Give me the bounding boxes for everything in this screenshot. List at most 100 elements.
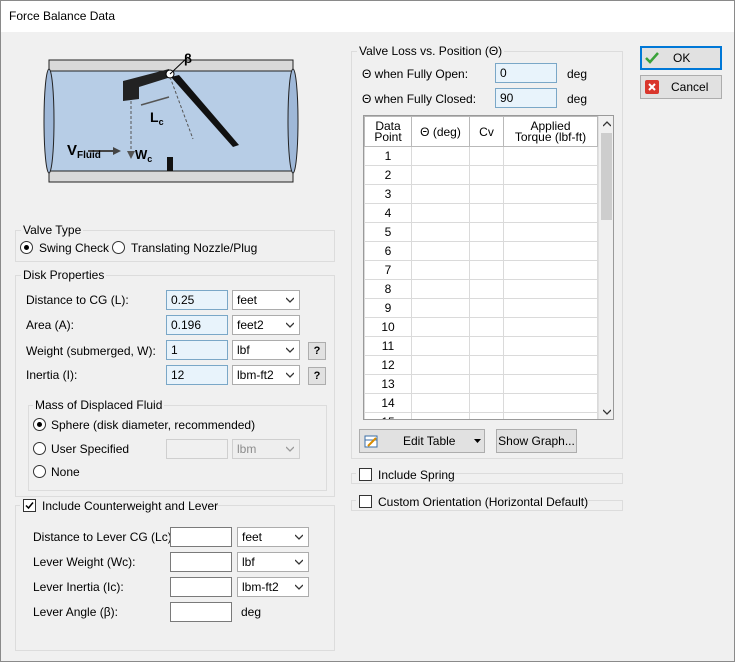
lever-angle-input[interactable]	[170, 602, 232, 622]
lever-inertia-input[interactable]	[170, 577, 232, 597]
torque-cell[interactable]	[503, 393, 598, 413]
cv-cell[interactable]	[469, 298, 504, 318]
theta-cell[interactable]	[411, 203, 470, 223]
distance-cg-input[interactable]: 0.25	[166, 290, 228, 310]
scrollbar-thumb[interactable]	[601, 133, 612, 220]
edit-table-button[interactable]: Edit Table	[359, 429, 485, 453]
radio-translating-nozzle[interactable]	[112, 241, 125, 254]
table-row[interactable]: 4	[364, 203, 598, 223]
radio-sphere[interactable]	[33, 418, 46, 431]
cv-cell[interactable]	[469, 317, 504, 337]
distance-cg-unit-select[interactable]: feet	[232, 290, 300, 310]
theta-cell[interactable]	[411, 279, 470, 299]
cv-cell[interactable]	[469, 203, 504, 223]
theta-cell[interactable]	[411, 184, 470, 204]
user-specified-unit-select[interactable]: lbm	[232, 439, 300, 459]
torque-cell[interactable]	[503, 222, 598, 242]
cancel-button[interactable]: Cancel	[640, 75, 722, 99]
cv-cell[interactable]	[469, 184, 504, 204]
lever-distance-input[interactable]	[170, 527, 232, 547]
theta-cell[interactable]	[411, 165, 470, 185]
torque-cell[interactable]	[503, 298, 598, 318]
include-spring-label: Include Spring	[378, 468, 455, 482]
torque-cell[interactable]	[503, 241, 598, 261]
table-row[interactable]: 11	[364, 336, 598, 356]
torque-cell[interactable]	[503, 203, 598, 223]
ok-button[interactable]: OK	[640, 46, 722, 70]
theta-cell[interactable]	[411, 241, 470, 261]
lever-weight-input[interactable]	[170, 552, 232, 572]
radio-swing-check[interactable]	[20, 241, 33, 254]
table-row[interactable]: 9	[364, 298, 598, 318]
theta-cell[interactable]	[411, 393, 470, 413]
lever-distance-unit-select[interactable]: feet	[237, 527, 309, 547]
radio-none[interactable]	[33, 465, 46, 478]
table-row[interactable]: 1	[364, 146, 598, 166]
torque-cell[interactable]	[503, 184, 598, 204]
theta-cell[interactable]	[411, 222, 470, 242]
lever-weight-unit-select[interactable]: lbf	[237, 552, 309, 572]
theta-cell[interactable]	[411, 317, 470, 337]
table-row[interactable]: 2	[364, 165, 598, 185]
table-scrollbar[interactable]	[598, 116, 613, 419]
cv-cell[interactable]	[469, 146, 504, 166]
table-row[interactable]: 12	[364, 355, 598, 375]
user-specified-input[interactable]	[166, 439, 228, 459]
theta-cell[interactable]	[411, 260, 470, 280]
table-row[interactable]: 8	[364, 279, 598, 299]
chevron-down-icon[interactable]	[603, 408, 611, 416]
torque-cell[interactable]	[503, 374, 598, 394]
fully-closed-input[interactable]: 90	[495, 88, 557, 108]
area-unit-select[interactable]: feet2	[232, 315, 300, 335]
radio-user-specified[interactable]	[33, 442, 46, 455]
torque-cell[interactable]	[503, 355, 598, 375]
lever-inertia-unit-select[interactable]: lbm-ft2	[237, 577, 309, 597]
cv-cell[interactable]	[469, 222, 504, 242]
table-row[interactable]: 14	[364, 393, 598, 413]
torque-cell[interactable]	[503, 165, 598, 185]
area-input[interactable]: 0.196	[166, 315, 228, 335]
theta-cell[interactable]	[411, 336, 470, 356]
weight-unit-select[interactable]: lbf	[232, 340, 300, 360]
table-row[interactable]: 10	[364, 317, 598, 337]
weight-input[interactable]: 1	[166, 340, 228, 360]
weight-help-button[interactable]: ?	[308, 342, 326, 360]
fully-open-input[interactable]: 0	[495, 63, 557, 83]
cv-cell[interactable]	[469, 165, 504, 185]
table-row[interactable]: 3	[364, 184, 598, 204]
show-graph-button[interactable]: Show Graph...	[496, 429, 577, 453]
torque-cell[interactable]	[503, 336, 598, 356]
custom-orientation-checkbox[interactable]	[359, 495, 372, 508]
table-row[interactable]: 15	[364, 412, 598, 419]
table-row[interactable]: 5	[364, 222, 598, 242]
fully-open-unit: deg	[567, 67, 588, 81]
cv-cell[interactable]	[469, 260, 504, 280]
chevron-up-icon[interactable]	[603, 120, 611, 128]
table-row[interactable]: 13	[364, 374, 598, 394]
theta-cell[interactable]	[411, 412, 470, 419]
table-row[interactable]: 6	[364, 241, 598, 261]
torque-cell[interactable]	[503, 146, 598, 166]
theta-cell[interactable]	[411, 355, 470, 375]
inertia-help-button[interactable]: ?	[308, 367, 326, 385]
torque-cell[interactable]	[503, 260, 598, 280]
inertia-unit-select[interactable]: lbm-ft2	[232, 365, 300, 385]
torque-cell[interactable]	[503, 317, 598, 337]
theta-cell[interactable]	[411, 298, 470, 318]
cv-cell[interactable]	[469, 241, 504, 261]
cv-cell[interactable]	[469, 374, 504, 394]
cv-cell[interactable]	[469, 393, 504, 413]
cv-cell[interactable]	[469, 336, 504, 356]
cv-cell[interactable]	[469, 412, 504, 419]
include-spring-checkbox[interactable]	[359, 468, 372, 481]
theta-cell[interactable]	[411, 146, 470, 166]
torque-cell[interactable]	[503, 412, 598, 419]
cv-cell[interactable]	[469, 355, 504, 375]
cv-cell[interactable]	[469, 279, 504, 299]
counterweight-checkbox[interactable]	[23, 499, 36, 512]
torque-cell[interactable]	[503, 279, 598, 299]
data-table-container: Data Point Θ (deg) Cv Applied Torque (lb…	[363, 115, 614, 420]
theta-cell[interactable]	[411, 374, 470, 394]
table-row[interactable]: 7	[364, 260, 598, 280]
inertia-input[interactable]: 12	[166, 365, 228, 385]
